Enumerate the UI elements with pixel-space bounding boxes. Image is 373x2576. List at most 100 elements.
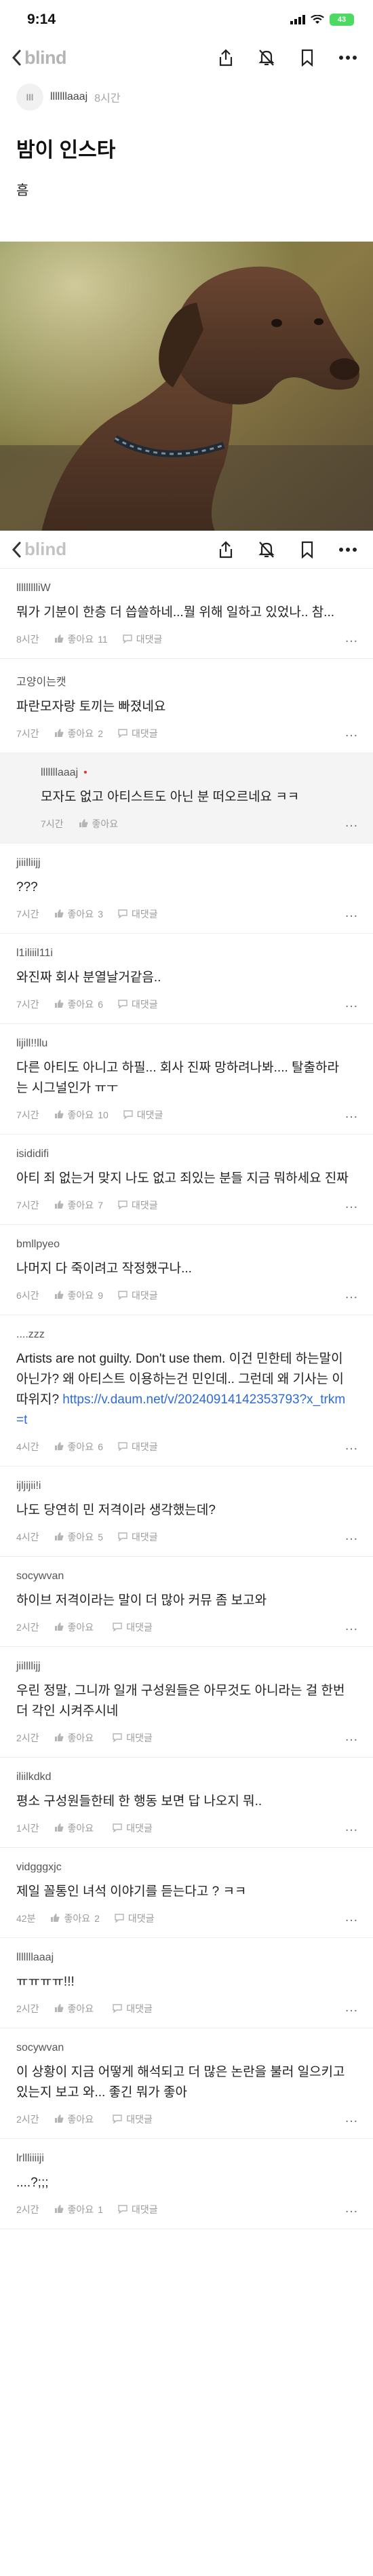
like-label: 좋아요	[92, 818, 119, 829]
more-icon	[339, 547, 357, 552]
comment-more-button[interactable]: …	[345, 1729, 359, 1745]
reply-button[interactable]: 대댓글	[118, 1440, 158, 1454]
comment-time: 7시간	[16, 999, 39, 1010]
like-button[interactable]: 좋아요 2	[50, 1912, 100, 1925]
comment-author[interactable]: lllllllaaaj	[16, 1952, 54, 1964]
reply-label: 대댓글	[127, 1913, 155, 1924]
comment-more-button[interactable]: …	[345, 2201, 359, 2216]
comment-link[interactable]: https://v.daum.net/v/20240914142353793?x…	[16, 1393, 345, 1427]
comment-more-button[interactable]: …	[345, 1819, 359, 1835]
reply-button[interactable]: 대댓글	[115, 1912, 155, 1925]
reply-button[interactable]: 대댓글	[113, 1621, 153, 1634]
reply-button[interactable]: 대댓글	[113, 2113, 153, 2126]
comment-more-button[interactable]: …	[345, 815, 359, 831]
more-options-button[interactable]	[338, 48, 358, 68]
comment-item: bmllpyeo 나머지 다 죽이려고 작정했구나... 6시간 좋아요 9 대댓글…	[0, 1225, 373, 1315]
comment-author-row: socywvan	[16, 1557, 357, 1583]
reply-button[interactable]: 대댓글	[118, 1289, 158, 1302]
like-button[interactable]: 좋아요	[54, 2002, 98, 2015]
comment-more-button[interactable]: …	[345, 1106, 359, 1122]
sticky-back-button[interactable]: blind	[11, 539, 66, 560]
reply-button[interactable]: 대댓글	[118, 2203, 158, 2216]
comment-author[interactable]: 고양이는캣	[16, 673, 66, 689]
like-button[interactable]: 좋아요 3	[54, 907, 103, 921]
comment-more-button[interactable]: …	[345, 1196, 359, 1212]
reply-label: 대댓글	[126, 2114, 153, 2125]
sticky-share-button[interactable]	[216, 539, 236, 560]
comment-more-button[interactable]: …	[345, 1618, 359, 1634]
reply-button[interactable]: 대댓글	[118, 727, 158, 740]
comment-more-button[interactable]: …	[345, 2110, 359, 2126]
comment-more-button[interactable]: …	[345, 1438, 359, 1454]
like-button[interactable]: 좋아요 5	[54, 1530, 103, 1544]
sticky-more-options-button[interactable]	[338, 539, 358, 560]
reply-button[interactable]: 대댓글	[118, 998, 158, 1011]
like-count: 5	[98, 1532, 103, 1542]
like-button[interactable]: 좋아요 10	[54, 1108, 109, 1122]
reply-button[interactable]: 대댓글	[113, 2002, 153, 2015]
comment-author[interactable]: l1iliiil11i	[16, 947, 53, 960]
post-author-name[interactable]: lllllllaaaj	[50, 91, 87, 103]
reply-button[interactable]: 대댓글	[113, 1731, 153, 1745]
comment-more-button[interactable]: …	[345, 1528, 359, 1544]
reply-button[interactable]: 대댓글	[118, 1198, 158, 1212]
comment-more-button[interactable]: …	[345, 996, 359, 1011]
reply-button[interactable]: 대댓글	[118, 1530, 158, 1544]
comment-author[interactable]: llllllllliW	[16, 582, 51, 594]
sticky-notification-off-button[interactable]	[256, 539, 277, 560]
comment-author[interactable]: ....zzz	[16, 1329, 45, 1341]
comment-author[interactable]: jiillllijj	[16, 1661, 41, 1673]
comment-text: 우린 정말, 그니까 일개 구성원들은 아무것도 아니라는 걸 한번 더 각인 …	[16, 1673, 357, 1722]
comment-more-button[interactable]: …	[345, 1287, 359, 1302]
comment-text-body: 이 상황이 지금 어떻게 해석되고 더 많은 논란을 불러 일으키고 있는지 보…	[16, 2065, 345, 2100]
like-button[interactable]: 좋아요 2	[54, 727, 103, 740]
like-button[interactable]: 좋아요	[54, 1821, 98, 1835]
like-button[interactable]: 좋아요	[79, 817, 123, 831]
comment-item: lllllllaaaj ㅠㅠㅠㅠ!!! 2시간 좋아요 대댓글…	[0, 1938, 373, 2028]
avatar[interactable]: lll	[16, 83, 43, 111]
comment-author[interactable]: socywvan	[16, 1570, 64, 1583]
comment-more-button[interactable]: …	[345, 1910, 359, 1925]
notification-off-button[interactable]	[256, 48, 277, 68]
comment-author[interactable]: isididifi	[16, 1148, 49, 1160]
like-button[interactable]: 좋아요 6	[54, 998, 103, 1011]
back-button[interactable]: blind	[11, 48, 66, 69]
comment-author[interactable]: lijill!!llu	[16, 1038, 47, 1050]
post-image-dog[interactable]	[0, 242, 373, 535]
comment-time: 8시간	[16, 634, 39, 645]
sticky-bookmark-button[interactable]	[297, 539, 317, 560]
comment-more-button[interactable]: …	[345, 2000, 359, 2015]
like-button[interactable]: 좋아요 1	[54, 2203, 103, 2216]
comment-author[interactable]: socywvan	[16, 2042, 64, 2054]
like-button[interactable]: 좋아요 9	[54, 1289, 103, 1302]
comment-author[interactable]: lrllliiiiji	[16, 2153, 44, 2165]
comment-author[interactable]: jiiilliijj	[16, 857, 41, 869]
like-button[interactable]: 좋아요	[54, 1731, 98, 1745]
comment-text: 하이브 저격이라는 말이 더 많아 커뮤 좀 보고와	[16, 1583, 357, 1611]
comment-author[interactable]: iliilkdkd	[16, 1771, 52, 1783]
reply-button[interactable]: 대댓글	[123, 1108, 163, 1122]
reply-button[interactable]: 대댓글	[123, 632, 162, 646]
like-button[interactable]: 좋아요 6	[54, 1440, 103, 1454]
comment-author[interactable]: ijljijii!i	[16, 1480, 41, 1492]
reply-icon	[118, 1532, 127, 1543]
like-button[interactable]: 좋아요	[54, 2113, 98, 2126]
comment-more-button[interactable]: …	[345, 630, 359, 646]
bookmark-button[interactable]	[297, 48, 317, 68]
comment-author-row: jiiilliijj	[16, 844, 357, 869]
reply-button[interactable]: 대댓글	[118, 907, 158, 921]
share-button[interactable]	[216, 48, 236, 68]
like-count: 10	[98, 1110, 109, 1120]
sticky-brand-logo: blind	[24, 539, 67, 559]
comment-author[interactable]: vidgggxjc	[16, 1861, 62, 1874]
comment-author[interactable]: lllllllaaaj	[41, 767, 78, 779]
reply-button[interactable]: 대댓글	[113, 1821, 153, 1835]
like-button[interactable]: 좋아요 7	[54, 1198, 103, 1212]
like-button[interactable]: 좋아요 11	[54, 632, 108, 646]
like-button[interactable]: 좋아요	[54, 1621, 98, 1634]
comment-more-button[interactable]: …	[345, 905, 359, 921]
comment-meta: 7시간 좋아요 7 대댓글	[16, 1189, 357, 1224]
comment-author[interactable]: bmllpyeo	[16, 1238, 60, 1251]
comment-more-button[interactable]: …	[345, 725, 359, 740]
like-label: 좋아요	[67, 1200, 94, 1211]
